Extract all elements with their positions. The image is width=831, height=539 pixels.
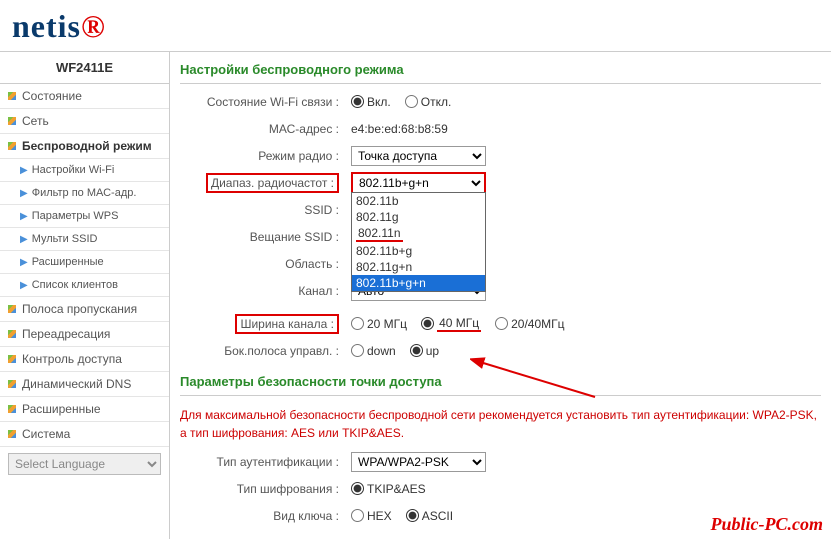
label-ssid-bcast: Вещание SSID : <box>180 230 345 244</box>
label-ssid: SSID : <box>180 203 345 217</box>
section-wireless-title: Настройки беспроводного режима <box>180 52 821 84</box>
label-channel: Канал : <box>180 284 345 298</box>
band-option[interactable]: 802.11b <box>352 193 485 209</box>
label-sideband: Бок.полоса управл. : <box>180 344 345 358</box>
nav-network[interactable]: Сеть <box>0 109 169 134</box>
label-auth: Тип аутентификации : <box>180 455 345 469</box>
nav-clients[interactable]: ▶Список клиентов <box>0 274 169 297</box>
band-option[interactable]: 802.11n <box>352 225 485 243</box>
label-band: Диапаз. радиочастот : <box>206 173 339 193</box>
nav-advanced[interactable]: Расширенные <box>0 397 169 422</box>
watermark: Public-PC.com <box>711 514 823 535</box>
label-ch-width: Ширина канала : <box>235 314 339 334</box>
radio-key-ascii[interactable]: ASCII <box>406 509 453 523</box>
nav-mac-filter[interactable]: ▶Фильтр по МАС-адр. <box>0 182 169 205</box>
nav-system[interactable]: Система <box>0 422 169 447</box>
security-note: Для максимальной безопасности беспроводн… <box>180 400 821 448</box>
band-option-selected[interactable]: 802.11b+g+n <box>352 275 485 291</box>
auth-select[interactable]: WPA/WPA2-PSK <box>351 452 486 472</box>
nav-ddns[interactable]: Динамический DNS <box>0 372 169 397</box>
radio-cw-2040[interactable]: 20/40МГц <box>495 317 564 331</box>
radio-sb-down[interactable]: down <box>351 344 396 358</box>
nav-wifi-settings[interactable]: ▶Настройки Wi-Fi <box>0 159 169 182</box>
band-select[interactable]: 802.11b+g+n <box>351 172 486 194</box>
label-keytype: Вид ключа : <box>180 509 345 523</box>
nav-wps[interactable]: ▶Параметры WPS <box>0 205 169 228</box>
nav-forwarding[interactable]: Переадресация <box>0 322 169 347</box>
mac-value: e4:be:ed:68:b8:59 <box>351 122 448 136</box>
nav-bandwidth[interactable]: Полоса пропускания <box>0 297 169 322</box>
nav-status[interactable]: Состояние <box>0 84 169 109</box>
radio-cw-20[interactable]: 20 МГц <box>351 317 407 331</box>
language-select[interactable]: Select Language <box>8 453 161 475</box>
band-option[interactable]: 802.11b+g <box>352 243 485 259</box>
label-radio-mode: Режим радио : <box>180 149 345 163</box>
label-wifi-state: Состояние Wi-Fi связи : <box>180 95 345 109</box>
radio-cw-40[interactable]: 40 МГц <box>421 316 481 332</box>
band-option[interactable]: 802.11g+n <box>352 259 485 275</box>
radio-sb-up[interactable]: up <box>410 344 439 358</box>
logo: netis® <box>12 8 106 44</box>
radio-wifi-off[interactable]: Откл. <box>405 95 452 109</box>
nav-wireless[interactable]: Беспроводной режим <box>0 134 169 159</box>
radio-enc[interactable]: TKIP&AES <box>351 482 426 496</box>
sidebar: WF2411E Состояние Сеть Беспроводной режи… <box>0 52 170 539</box>
model-label: WF2411E <box>0 52 169 84</box>
radio-mode-select[interactable]: Точка доступа <box>351 146 486 166</box>
nav-advanced-wireless[interactable]: ▶Расширенные <box>0 251 169 274</box>
band-dropdown-list: 802.11b 802.11g 802.11n 802.11b+g 802.11… <box>351 192 486 292</box>
label-mac: МАС-адрес : <box>180 122 345 136</box>
nav-access[interactable]: Контроль доступа <box>0 347 169 372</box>
band-option[interactable]: 802.11g <box>352 209 485 225</box>
nav-multi-ssid[interactable]: ▶Мульти SSID <box>0 228 169 251</box>
label-enc: Тип шифрования : <box>180 482 345 496</box>
radio-wifi-on[interactable]: Вкл. <box>351 95 391 109</box>
section-security-title: Параметры безопасности точки доступа <box>180 364 821 396</box>
radio-key-hex[interactable]: HEX <box>351 509 392 523</box>
label-region: Область : <box>180 257 345 271</box>
